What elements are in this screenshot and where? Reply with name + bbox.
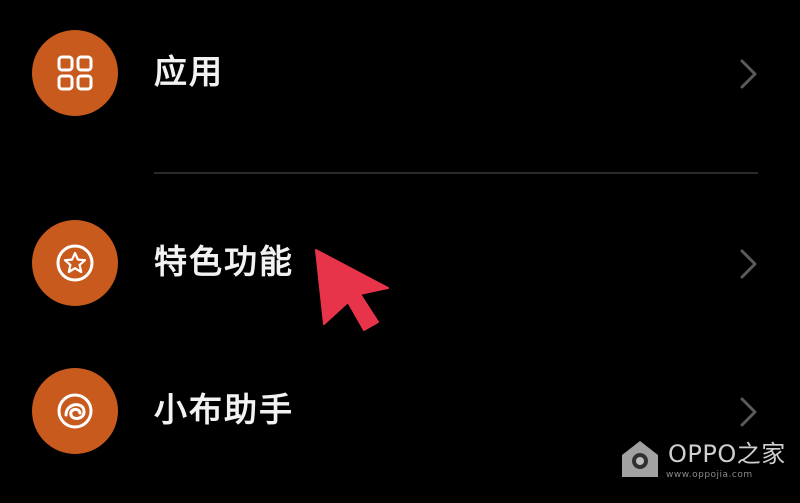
apps-grid-icon [32, 30, 118, 116]
chevron-right-icon [740, 249, 757, 279]
breeno-assistant-icon [32, 368, 118, 454]
divider [154, 172, 758, 174]
settings-item-apps[interactable]: 应用 [0, 22, 800, 122]
settings-item-special-features[interactable]: 特色功能 [0, 212, 800, 312]
settings-screen: 应用 特色功能 小布助手 OPPO之家 www.oppojia.com [0, 0, 800, 503]
star-badge-icon [32, 220, 118, 306]
pointer-arrow-icon [315, 249, 389, 331]
watermark-site: www.oppojia.com [666, 470, 753, 480]
chevron-right-icon [740, 59, 757, 89]
chevron-right-icon [740, 397, 757, 427]
settings-item-label: 小布助手 [154, 390, 294, 429]
watermark-brand: OPPO之家 [668, 440, 786, 468]
settings-item-label: 应用 [154, 52, 224, 91]
settings-item-label: 特色功能 [154, 242, 294, 281]
house-logo-icon [622, 441, 658, 477]
